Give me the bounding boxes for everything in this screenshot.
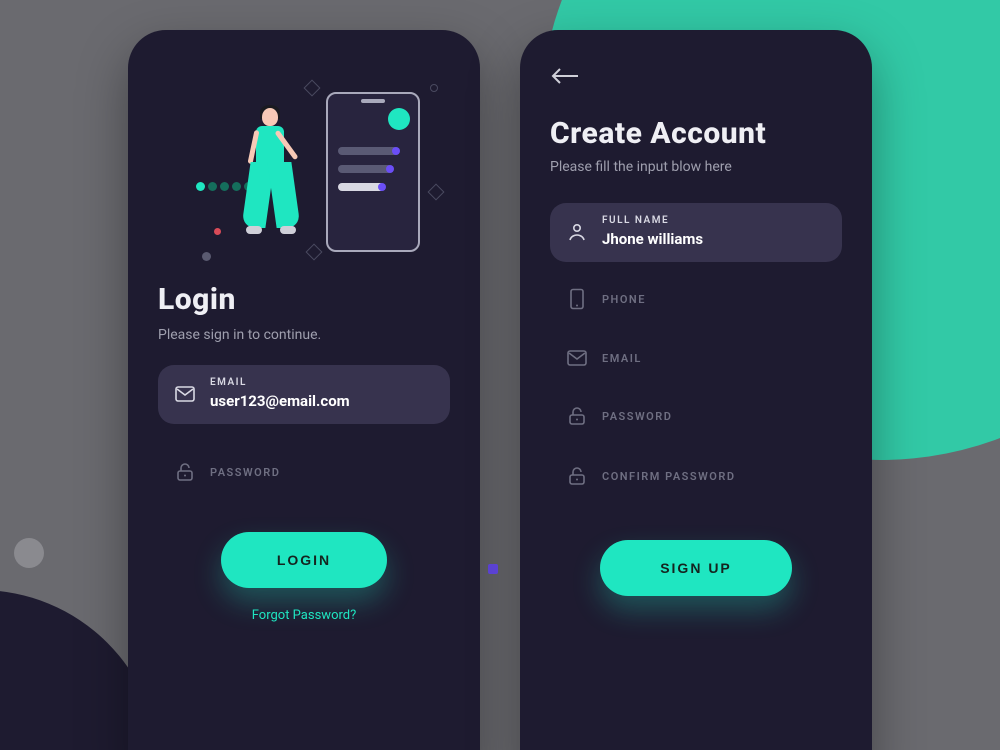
phone-field[interactable]: PHONE [550,274,842,324]
stage: Login Please sign in to continue. EMAIL [0,0,1000,750]
signup-email-field[interactable]: EMAIL [550,336,842,380]
deco-red-dot-icon [214,228,221,235]
fullname-label: FULL NAME [602,215,826,226]
email-input[interactable] [210,392,434,410]
email-label: EMAIL [210,377,434,388]
signup-subtitle: Please fill the input blow here [550,159,842,175]
illustration-phone-icon [326,92,420,252]
login-illustration [158,66,450,276]
password-label: PASSWORD [210,466,434,479]
signup-password-field[interactable]: PASSWORD [550,392,842,440]
confirm-password-label: CONFIRM PASSWORD [602,470,826,483]
lock-icon [174,462,196,482]
back-button[interactable] [550,66,580,86]
forgot-password-link[interactable]: Forgot Password? [158,608,450,623]
deco-grey-dot-icon [202,252,211,261]
deco-square-icon [304,80,321,97]
phone-label: PHONE [602,293,826,306]
deco-square-icon [428,184,445,201]
phone-icon [566,288,588,310]
lock-icon [566,406,588,426]
fullname-field[interactable]: FULL NAME [550,203,842,262]
lock-icon [566,466,588,486]
signup-button[interactable]: SIGN UP [600,540,792,596]
mail-icon [566,350,588,366]
signup-screen: Create Account Please fill the input blo… [520,30,872,750]
signup-password-label: PASSWORD [602,410,826,423]
email-field[interactable]: EMAIL [158,365,450,424]
arrow-left-icon [550,66,580,86]
login-button[interactable]: LOGIN [221,532,387,588]
login-subtitle: Please sign in to continue. [158,327,450,343]
user-icon [566,222,588,242]
fullname-input[interactable] [602,230,826,248]
password-field[interactable]: PASSWORD [158,446,450,498]
mail-icon [174,386,196,402]
confirm-password-field[interactable]: CONFIRM PASSWORD [550,452,842,500]
signup-email-label: EMAIL [602,352,826,365]
deco-circle-icon [430,84,438,92]
login-title: Login [158,282,450,317]
deco-square-icon [306,244,323,261]
illustration-person-icon [238,108,300,258]
signup-title: Create Account [550,116,842,151]
login-screen: Login Please sign in to continue. EMAIL [128,30,480,750]
